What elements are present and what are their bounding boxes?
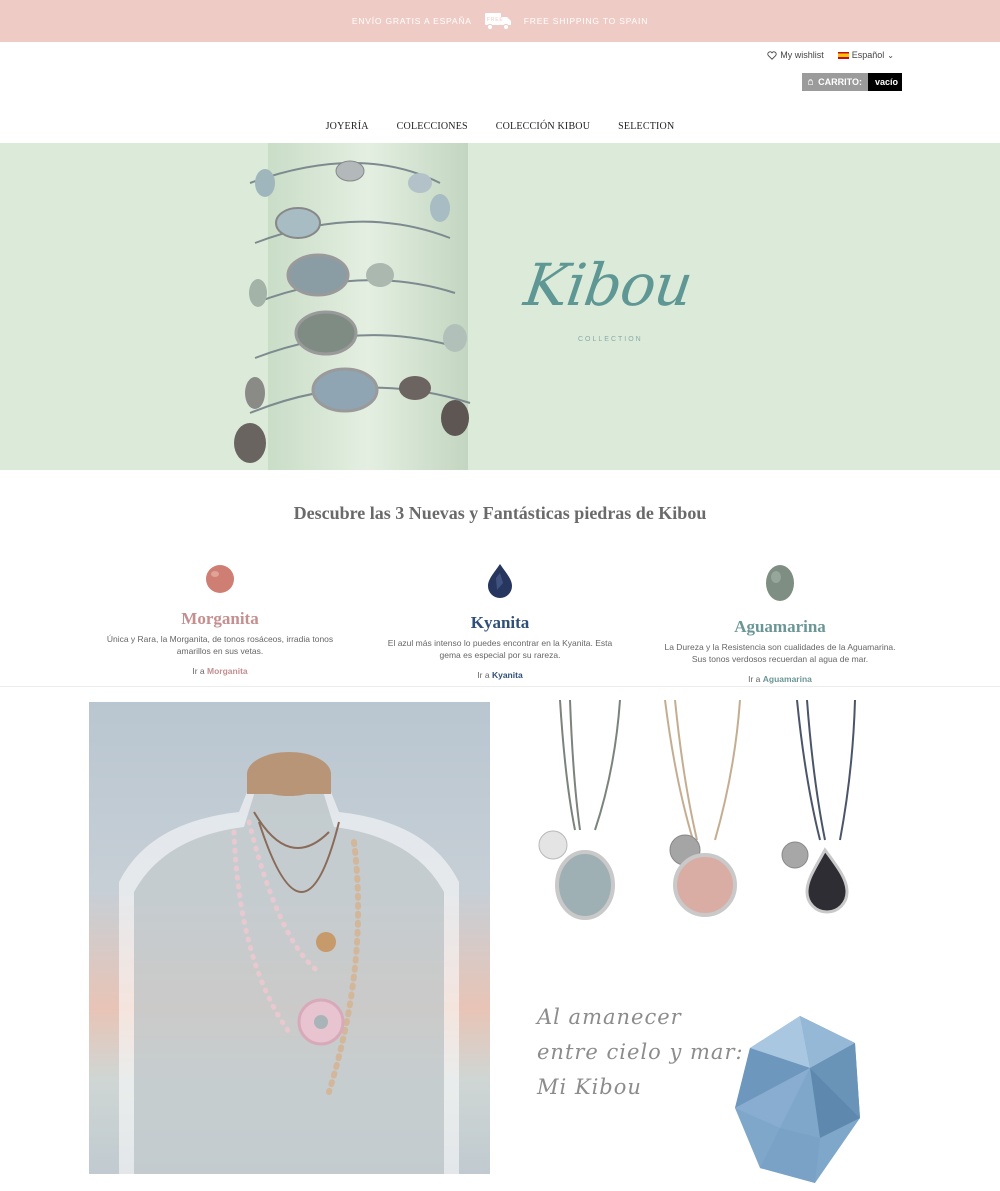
- aguamarina-gem-icon: [766, 565, 794, 601]
- chevron-down-icon: ⌄: [887, 50, 894, 60]
- tagline-line-1: Al amanecer: [537, 1005, 682, 1029]
- kyanita-gem-icon: [488, 564, 512, 598]
- wishlist-link[interactable]: My wishlist: [767, 50, 824, 60]
- stone-description: El azul más intenso lo puedes encontrar …: [387, 638, 613, 660]
- hero-banner[interactable]: Kibou COLLECTION: [0, 143, 1000, 470]
- language-selector[interactable]: Español ⌄: [837, 50, 894, 60]
- section-title: Descubre las 3 Nuevas y Fantásticas pied…: [293, 503, 707, 523]
- stone-name: Aguamarina: [734, 617, 826, 636]
- shipping-text-es: ENVÍO GRATIS A ESPAÑA: [351, 16, 472, 26]
- stone-card-aguamarina: Aguamarina La Dureza y la Resistencia so…: [660, 555, 900, 684]
- stone-description: La Dureza y la Resistencia son cualidade…: [664, 642, 896, 664]
- bracelets-image: [234, 143, 471, 470]
- stone-card-kyanita: Kyanita El azul más intenso lo puedes en…: [380, 555, 620, 684]
- stone-link[interactable]: Ir a Kyanita: [380, 670, 620, 680]
- cart-button[interactable]: CARRITO: vacío: [802, 73, 902, 91]
- stone-link-target[interactable]: Aguamarina: [763, 674, 812, 684]
- blue-gemstone-image: [720, 1008, 870, 1188]
- brand-logo: Kibou: [520, 251, 697, 319]
- mannequin-illustration: [119, 752, 459, 1174]
- tagline-line-2: entre cielo y mar:: [537, 1040, 744, 1064]
- spain-flag-icon: [837, 51, 849, 59]
- necklaces-image[interactable]: [525, 699, 875, 940]
- stone-link[interactable]: Ir a Aguamarina: [660, 674, 900, 684]
- stone-link-target[interactable]: Morganita: [207, 666, 248, 676]
- cart-status: vacío: [868, 73, 902, 91]
- shipping-banner: ENVÍO GRATIS A ESPAÑA FREE FREE SHIPPING…: [0, 0, 1000, 42]
- stone-description: Única y Rara, la Morganita, de tonos ros…: [106, 634, 334, 656]
- stone-link-prefix: Ir a: [192, 666, 205, 676]
- cart-label-box: CARRITO:: [802, 73, 868, 91]
- stones-list: Morganita Única y Rara, la Morganita, de…: [100, 555, 900, 684]
- main-nav: JOYERÍA COLECCIONES COLECCIÓN KIBOU SELE…: [0, 121, 1000, 132]
- morganita-gem-icon: [206, 565, 234, 593]
- free-badge-text: FREE: [487, 17, 504, 23]
- tagline-line-3: Mi Kibou: [537, 1075, 642, 1099]
- cart-label: CARRITO:: [818, 77, 862, 87]
- nav-item-selection[interactable]: SELECTION: [618, 121, 674, 132]
- nav-item-coleccion-kibou[interactable]: COLECCIÓN KIBOU: [496, 121, 590, 132]
- brand-subtitle: COLLECTION: [578, 336, 643, 343]
- wishlist-label: My wishlist: [780, 50, 824, 60]
- nav-item-joyeria[interactable]: JOYERÍA: [326, 121, 369, 132]
- language-label: Español: [851, 50, 885, 60]
- stone-link-target[interactable]: Kyanita: [492, 670, 523, 680]
- section-divider: [0, 686, 1000, 687]
- stone-card-morganita: Morganita Única y Rara, la Morganita, de…: [100, 555, 340, 684]
- truck-icon: FREE: [484, 11, 512, 31]
- mannequin-necklace-image[interactable]: [89, 702, 490, 1174]
- stone-link[interactable]: Ir a Morganita: [100, 666, 340, 676]
- three-necklaces-illustration: [538, 699, 856, 920]
- shopping-bag-icon: [808, 79, 813, 85]
- stone-name: Morganita: [181, 609, 259, 628]
- stone-link-prefix: Ir a: [477, 670, 490, 680]
- promo-tagline: Al amanecer entre cielo y mar: Mi Kibou: [537, 1000, 744, 1105]
- faceted-gem-illustration: [735, 1016, 860, 1183]
- heart-icon: [767, 50, 777, 60]
- shipping-text-en: FREE SHIPPING TO SPAIN: [523, 16, 649, 26]
- nav-item-colecciones[interactable]: COLECCIONES: [397, 121, 468, 132]
- stone-name: Kyanita: [470, 613, 530, 632]
- stone-link-prefix: Ir a: [748, 674, 761, 684]
- header-utility: My wishlist Español ⌄: [767, 50, 894, 60]
